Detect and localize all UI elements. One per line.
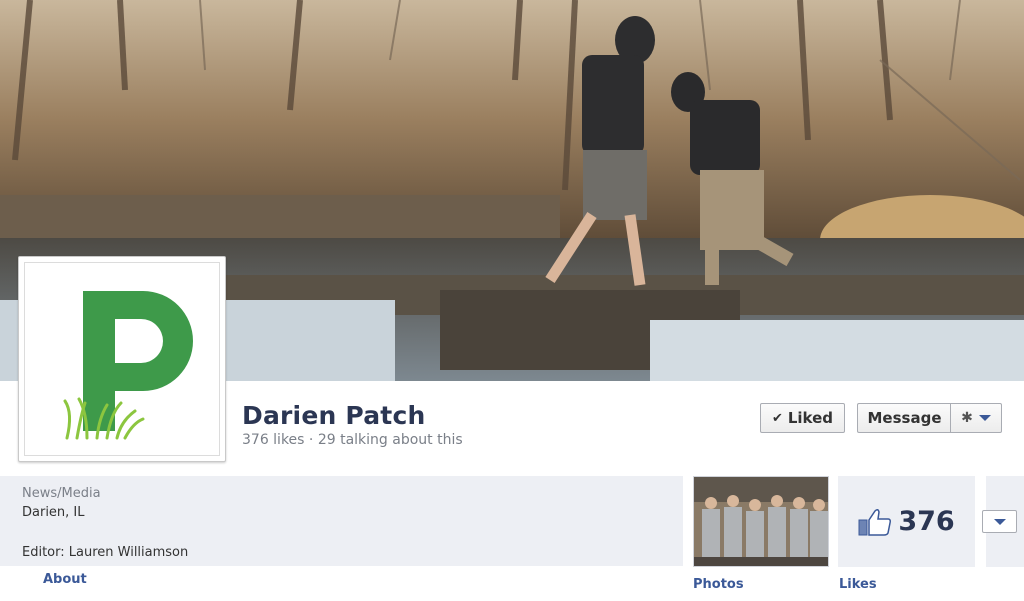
likes-tile[interactable]: 376 (838, 476, 975, 567)
checkmark-icon: ✔ (771, 410, 783, 426)
thumbs-up-icon (858, 508, 892, 536)
page-title[interactable]: Darien Patch (242, 401, 425, 430)
photos-link[interactable]: Photos (693, 577, 744, 592)
chevron-down-icon (993, 518, 1006, 525)
more-tiles-button[interactable] (982, 510, 1017, 533)
liked-button[interactable]: ✔ Liked (760, 403, 845, 433)
liked-label: Liked (787, 409, 834, 427)
photos-image (694, 477, 828, 566)
chevron-down-icon (978, 415, 991, 421)
page-location: Darien, IL (22, 505, 85, 520)
page-category: News/Media (22, 486, 101, 501)
about-link[interactable]: About (43, 572, 87, 587)
message-label: Message (867, 409, 942, 427)
page-stats: 376 likes · 29 talking about this (242, 432, 463, 448)
photos-thumbnail[interactable] (693, 476, 829, 567)
patch-logo (24, 262, 220, 456)
likes-link[interactable]: Likes (839, 577, 877, 592)
profile-picture[interactable] (18, 256, 226, 462)
gear-icon: ✱ (961, 410, 973, 426)
facebook-page: Darien Patch 376 likes · 29 talking abou… (0, 0, 1024, 601)
likes-count: 376 (898, 506, 955, 537)
message-button[interactable]: Message (857, 403, 951, 433)
settings-dropdown-button[interactable]: ✱ (950, 403, 1002, 433)
page-editor: Editor: Lauren Williamson (22, 545, 189, 560)
patch-logo-icon (63, 291, 193, 440)
